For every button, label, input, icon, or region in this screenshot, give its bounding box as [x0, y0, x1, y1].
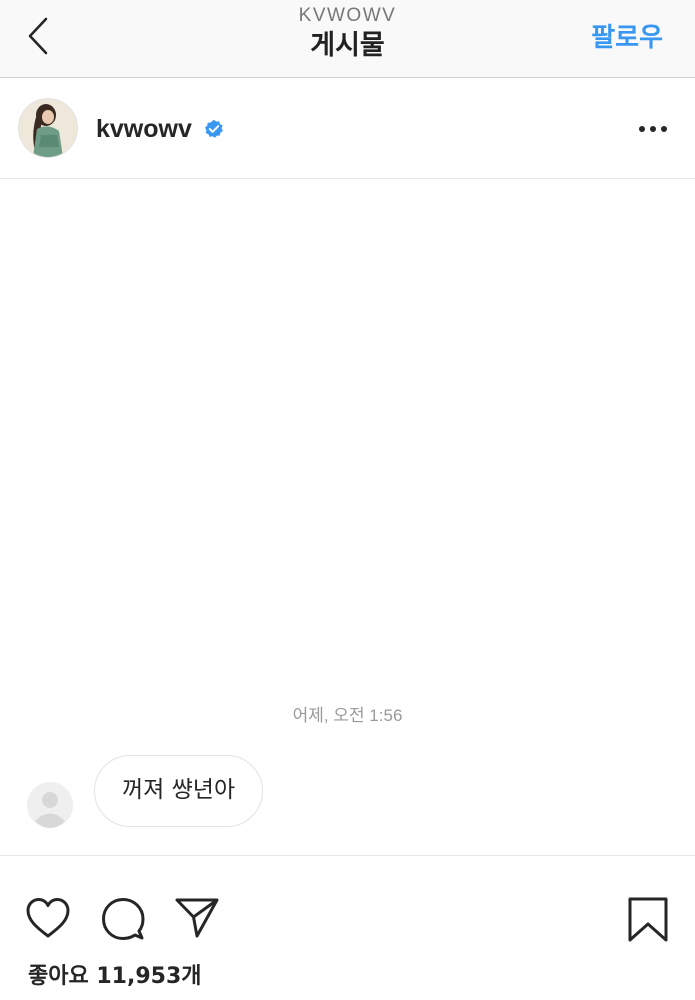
- bookmark-icon[interactable]: [628, 897, 668, 942]
- post-author-username[interactable]: kvwowv: [96, 114, 192, 144]
- post-image-dm-screenshot: 어제, 오전 1:56 꺼져 썅년아: [0, 180, 695, 855]
- follow-button[interactable]: 팔로우: [591, 18, 663, 58]
- heart-icon[interactable]: [25, 897, 71, 939]
- message-timestamp: 어제, 오전 1:56: [292, 706, 403, 725]
- default-avatar-icon: [27, 782, 73, 828]
- verified-badge-icon: [204, 119, 223, 138]
- message-bubble: 꺼져 썅년아: [94, 755, 264, 827]
- comment-icon[interactable]: [101, 897, 145, 941]
- post-header: kvwowv: [0, 79, 695, 179]
- sender-avatar: [27, 782, 73, 828]
- likes-count[interactable]: 좋아요 11,953개: [28, 961, 202, 993]
- more-options-button[interactable]: [635, 115, 671, 143]
- divider: [0, 855, 695, 856]
- more-dots-icon: [639, 126, 667, 132]
- action-bar: [0, 875, 695, 955]
- top-navigation-bar: KVWOWV 게시물 팔로우: [0, 0, 695, 78]
- avatar[interactable]: [19, 99, 77, 157]
- avatar-photo: [19, 99, 77, 157]
- send-icon[interactable]: [175, 897, 219, 939]
